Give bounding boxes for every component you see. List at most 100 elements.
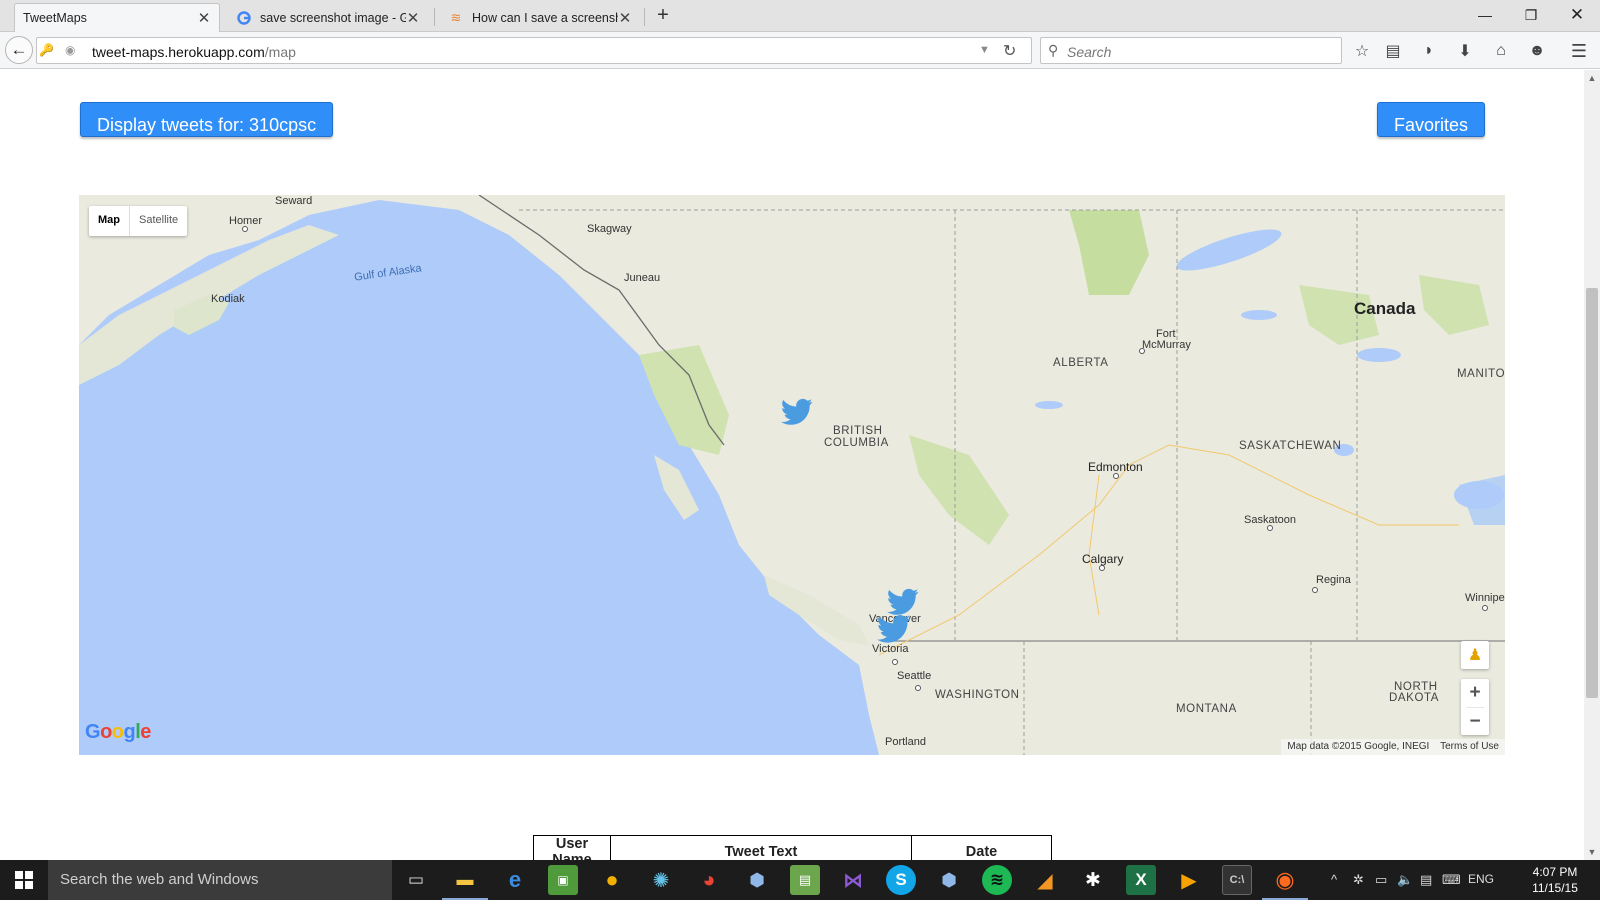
excel-icon[interactable]: X <box>1126 865 1156 895</box>
column-header-user-name: User Name <box>533 835 611 860</box>
new-tab-button[interactable]: + <box>652 5 674 27</box>
google-favicon-icon <box>236 10 252 26</box>
scroll-down-arrow-icon[interactable]: ▼ <box>1584 844 1600 860</box>
map-label-seattle: Seattle <box>897 670 932 682</box>
scrollbar-thumb[interactable] <box>1586 288 1598 698</box>
spotify-icon[interactable]: ≋ <box>982 865 1012 895</box>
column-header-tweet-text: Tweet Text <box>610 835 912 860</box>
pocket-icon[interactable]: ◗ <box>1418 40 1440 62</box>
clock-time: 4:07 PM <box>1532 865 1578 879</box>
clock[interactable]: 4:07 PM 11/15/15 <box>1522 864 1588 896</box>
clock-date: 11/15/15 <box>1532 881 1578 895</box>
file-explorer-icon[interactable]: ▬ <box>442 865 488 900</box>
bookmark-star-icon[interactable]: ☆ <box>1351 40 1373 62</box>
map-type-map-button[interactable]: Map <box>89 206 129 236</box>
tab-separator <box>644 8 645 26</box>
download-icon[interactable]: ⬇ <box>1454 40 1476 62</box>
keyboard-icon[interactable]: ⌨ <box>1442 872 1461 888</box>
slack-icon[interactable]: ✱ <box>1078 865 1108 895</box>
restore-icon[interactable]: ❐ <box>1508 0 1554 30</box>
map-label-calgary: Calgary <box>1082 552 1124 566</box>
notepad-app-icon[interactable]: ▤ <box>790 865 820 895</box>
tab-strip: TweetMaps ✕ save screenshot image - G...… <box>0 0 1600 32</box>
map-type-satellite-button[interactable]: Satellite <box>129 206 187 236</box>
map-label-dakota: DAKOTA <box>1389 692 1440 704</box>
map-canvas[interactable] <box>79 195 1505 755</box>
tray-expand-icon[interactable]: ^ <box>1331 872 1337 887</box>
twitter-bird-icon[interactable] <box>781 397 813 427</box>
twitter-bird-icon[interactable] <box>877 613 911 645</box>
map-label-winnipeg: Winnipe <box>1465 592 1505 604</box>
chrome-icon[interactable]: ◕ <box>694 865 724 895</box>
zoom-control: + − <box>1461 679 1489 735</box>
tab-stackoverflow[interactable]: ≋ How can I save a screensh... ✕ <box>440 3 640 32</box>
history-dropdown-icon[interactable]: ▼ <box>979 44 990 56</box>
skype-icon[interactable]: S <box>886 865 916 895</box>
table-header-row: User Name Tweet Text Date <box>533 835 1052 860</box>
action-center-icon[interactable]: ▤ <box>1420 872 1432 888</box>
url-host: tweet-maps.herokuapp.com <box>92 44 265 60</box>
edge-browser-icon[interactable]: e <box>500 865 530 895</box>
map-label-juneau: Juneau <box>624 272 661 284</box>
tweets-table: User Name Tweet Text Date <box>533 835 1052 860</box>
chat-icon[interactable]: ☻ <box>1526 40 1548 62</box>
vertical-scrollbar[interactable]: ▲ ▼ <box>1584 70 1600 860</box>
taskbar-search-box[interactable]: Search the web and Windows <box>48 860 392 900</box>
visual-studio-icon[interactable]: ⋈ <box>838 865 868 895</box>
close-tab-icon[interactable]: ✕ <box>618 9 632 27</box>
tab-tweetmaps[interactable]: TweetMaps ✕ <box>14 3 220 32</box>
terms-of-use-link[interactable]: Terms of Use <box>1440 741 1499 752</box>
battery-icon[interactable]: ▭ <box>1375 872 1387 888</box>
map-label-kodiak: Kodiak <box>211 293 245 305</box>
close-tab-icon[interactable]: ✕ <box>197 9 211 27</box>
city-dot <box>242 226 248 232</box>
virtualbox-icon[interactable]: ⬢ <box>742 865 772 895</box>
tab-label: TweetMaps <box>23 11 87 25</box>
bookmarks-menu-icon[interactable]: ▤ <box>1382 40 1404 62</box>
map-attribution: Map data ©2015 Google, INEGI Terms of Us… <box>1281 739 1505 755</box>
favorites-button[interactable]: Favorites <box>1377 102 1486 137</box>
google-map[interactable]: Seward Homer Kodiak Gulf of Alaska Skagw… <box>79 195 1505 755</box>
language-indicator[interactable]: ENG <box>1468 872 1494 886</box>
tab-label: How can I save a screensh... <box>472 10 618 25</box>
close-tab-icon[interactable]: ✕ <box>406 9 420 27</box>
url-text[interactable]: tweet-maps.herokuapp.com/map <box>92 44 296 60</box>
key-icon[interactable]: 🔑 <box>39 43 54 57</box>
firefox-icon[interactable]: ◉ <box>1262 865 1308 900</box>
map-label-columbia: COLUMBIA <box>824 437 889 449</box>
windows-start-icon[interactable] <box>0 860 48 900</box>
matlab-icon[interactable]: ◢ <box>1030 865 1060 895</box>
zoom-out-button[interactable]: − <box>1461 708 1489 736</box>
city-dot <box>1099 565 1105 571</box>
map-label-montana: MONTANA <box>1176 703 1237 715</box>
url-bar[interactable]: 🔑 ◉ tweet-maps.herokuapp.com/map ▼ ↻ <box>36 37 1032 64</box>
media-player-icon[interactable]: ▶ <box>1174 865 1204 895</box>
volume-icon[interactable]: 🔈 <box>1397 872 1413 888</box>
task-view-icon[interactable]: ▭ <box>401 865 431 895</box>
city-dot <box>1312 587 1318 593</box>
home-icon[interactable]: ⌂ <box>1490 40 1512 62</box>
street-view-pegman-icon[interactable]: ♟ <box>1461 641 1489 669</box>
search-bar[interactable]: ⚲ Search <box>1040 37 1342 64</box>
window-close-icon[interactable]: ✕ <box>1554 0 1600 30</box>
terminal-icon[interactable]: C:\ <box>1222 865 1252 895</box>
tab-label: save screenshot image - G... <box>260 10 406 25</box>
network-app-icon[interactable]: ✺ <box>646 865 676 895</box>
map-label-british: BRITISH <box>833 425 883 437</box>
yellow-app-icon[interactable]: ● <box>597 865 627 895</box>
hamburger-menu-icon[interactable]: ☰ <box>1568 40 1590 62</box>
box-app-icon[interactable]: ⬢ <box>934 865 964 895</box>
back-arrow-icon[interactable]: ← <box>5 36 33 64</box>
reload-icon[interactable]: ↻ <box>1003 41 1016 61</box>
photo-app-icon[interactable]: ▣ <box>548 865 578 895</box>
zoom-in-button[interactable]: + <box>1461 679 1489 707</box>
tab-separator <box>434 8 435 26</box>
display-tweets-button[interactable]: Display tweets for: 310cpsc <box>80 102 334 137</box>
minimize-icon[interactable]: — <box>1462 0 1508 30</box>
globe-icon[interactable]: ◉ <box>65 43 75 57</box>
settings-tray-icon[interactable]: ✲ <box>1353 872 1364 888</box>
scroll-up-arrow-icon[interactable]: ▲ <box>1584 70 1600 86</box>
map-label-edmonton: Edmonton <box>1088 460 1143 474</box>
map-label-washington: WASHINGTON <box>935 689 1020 701</box>
tab-google-search[interactable]: save screenshot image - G... ✕ <box>228 3 428 32</box>
